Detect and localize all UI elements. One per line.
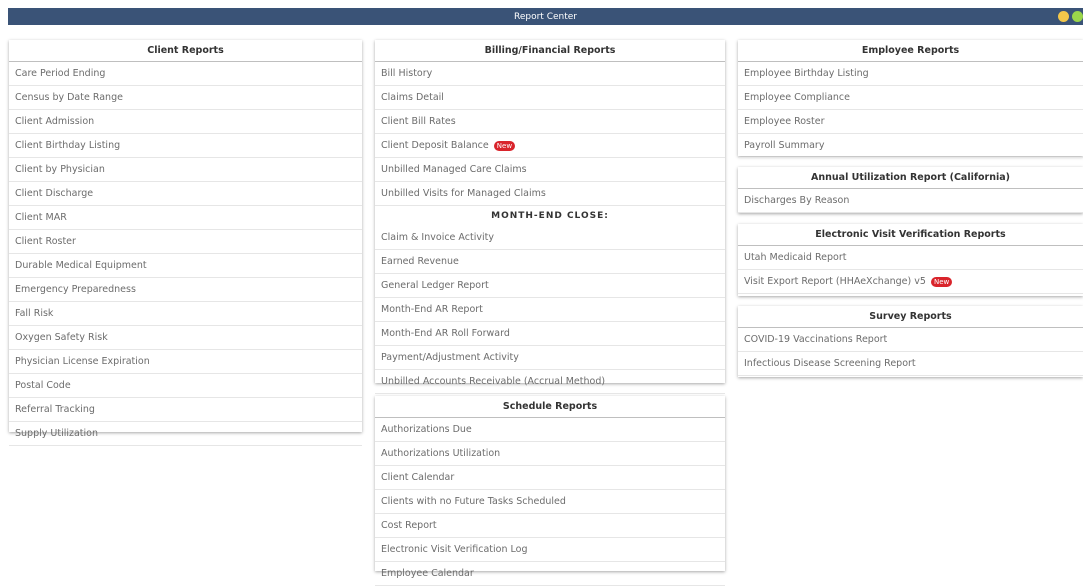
panel-title: Client Reports [9,40,362,62]
report-link[interactable]: Census by Date Range [9,86,362,110]
report-link[interactable]: Month-End AR Report [375,298,725,322]
report-link[interactable]: Claim & Invoice Activity [375,226,725,250]
report-link[interactable]: Physician License Expiration [9,350,362,374]
month-end-close-heading: MONTH-END CLOSE: [491,211,609,221]
schedule-reports-list: Authorizations Due Authorizations Utiliz… [375,418,725,586]
report-link[interactable]: Employee Roster [738,110,1083,134]
report-link[interactable]: Client Calendar [375,466,725,490]
panel-title: Electronic Visit Verification Reports [738,224,1083,246]
client-reports-list: Care Period Ending Census by Date Range … [9,62,362,446]
report-link[interactable]: Emergency Preparedness [9,278,362,302]
report-link[interactable]: Payroll Summary [738,134,1083,158]
billing-reports-list: Bill History Claims Detail Client Bill R… [375,62,725,206]
survey-reports-list: COVID-19 Vaccinations Report Infectious … [738,328,1083,376]
evv-reports-panel: Electronic Visit Verification Reports Ut… [738,224,1083,296]
schedule-reports-panel: Schedule Reports Authorizations Due Auth… [375,396,725,586]
panel-title: Schedule Reports [375,396,725,418]
client-reports-panel: Client Reports Care Period Ending Census… [9,40,362,446]
report-link-label: Visit Export Report (HHAeXchange) v5 [744,276,926,287]
panel-title: Employee Reports [738,40,1083,62]
panel-title: Billing/Financial Reports [375,40,725,62]
report-link[interactable]: Client Birthday Listing [9,134,362,158]
panel-title: Survey Reports [738,306,1083,328]
report-link[interactable]: Authorizations Due [375,418,725,442]
report-link[interactable]: Utah Medicaid Report [738,246,1083,270]
evv-reports-list: Utah Medicaid Report Visit Export Report… [738,246,1083,294]
report-link[interactable]: Cost Report [375,514,725,538]
report-link[interactable]: Client Deposit Balance New [375,134,725,158]
employee-reports-list: Employee Birthday Listing Employee Compl… [738,62,1083,158]
report-link[interactable]: Durable Medical Equipment [9,254,362,278]
report-link[interactable]: Unbilled Visits for Managed Claims [375,182,725,206]
window-title: Report Center [514,11,577,22]
survey-reports-panel: Survey Reports COVID-19 Vaccinations Rep… [738,306,1083,377]
report-link[interactable]: Client Bill Rates [375,110,725,134]
report-link[interactable]: Discharges By Reason [738,189,1083,213]
annual-utilization-panel: Annual Utilization Report (California) D… [738,167,1083,213]
report-link[interactable]: Unbilled Accounts Receivable (Accrual Me… [375,370,725,394]
report-link[interactable]: Payment/Adjustment Activity [375,346,725,370]
report-link[interactable]: Visit Export Report (HHAeXchange) v5 New [738,270,1083,294]
report-link[interactable]: Postal Code [9,374,362,398]
new-badge: New [493,140,516,151]
report-link[interactable]: Client Roster [9,230,362,254]
report-link[interactable]: Employee Compliance [738,86,1083,110]
billing-reports-panel: Billing/Financial Reports Bill History C… [375,40,725,394]
report-link[interactable]: Authorizations Utilization [375,442,725,466]
report-link[interactable]: Client Discharge [9,182,362,206]
report-link[interactable]: Claims Detail [375,86,725,110]
panel-title: Annual Utilization Report (California) [738,167,1083,189]
report-link[interactable]: Electronic Visit Verification Log [375,538,725,562]
report-link[interactable]: Supply Utilization [9,422,362,446]
report-link-label: Client Deposit Balance [381,140,489,151]
report-link[interactable]: Unbilled Managed Care Claims [375,158,725,182]
month-end-list: Claim & Invoice Activity Earned Revenue … [375,226,725,394]
annual-utilization-list: Discharges By Reason [738,189,1083,213]
minimize-icon[interactable] [1058,11,1069,22]
report-link[interactable]: General Ledger Report [375,274,725,298]
report-link[interactable]: Earned Revenue [375,250,725,274]
maximize-icon[interactable] [1072,11,1083,22]
report-link[interactable]: Employee Calendar [375,562,725,586]
window-controls [1058,11,1083,22]
report-link[interactable]: Employee Birthday Listing [738,62,1083,86]
report-link[interactable]: Client Admission [9,110,362,134]
report-link[interactable]: Infectious Disease Screening Report [738,352,1083,376]
report-link[interactable]: Fall Risk [9,302,362,326]
report-link[interactable]: Bill History [375,62,725,86]
report-link[interactable]: Month-End AR Roll Forward [375,322,725,346]
report-link[interactable]: Referral Tracking [9,398,362,422]
report-link[interactable]: Clients with no Future Tasks Scheduled [375,490,725,514]
report-link[interactable]: Care Period Ending [9,62,362,86]
report-link[interactable]: COVID-19 Vaccinations Report [738,328,1083,352]
report-link[interactable]: Client by Physician [9,158,362,182]
new-badge: New [930,276,953,287]
employee-reports-panel: Employee Reports Employee Birthday Listi… [738,40,1083,158]
report-link[interactable]: Client MAR [9,206,362,230]
report-link[interactable]: Oxygen Safety Risk [9,326,362,350]
window-titlebar: Report Center [8,8,1083,25]
